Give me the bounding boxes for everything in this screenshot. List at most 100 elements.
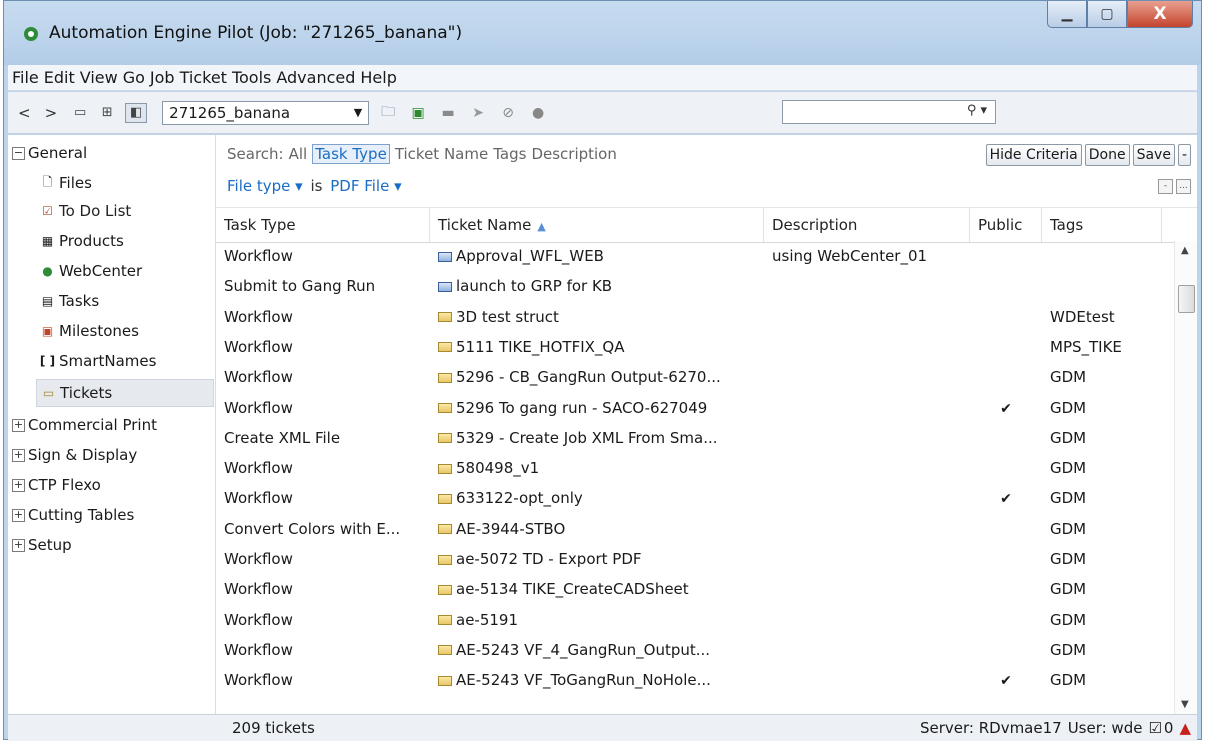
table-row[interactable]: Workflow 580498_v1 GDM bbox=[216, 454, 1172, 483]
todo-status-icon[interactable]: ☑ bbox=[1148, 719, 1161, 737]
table-row[interactable]: Submit to Gang Run launch to GRP for KB bbox=[216, 272, 1172, 301]
new-task-icon[interactable]: ▣ bbox=[407, 104, 429, 122]
expand-icon[interactable]: + bbox=[12, 508, 25, 522]
search-option-description[interactable]: Description bbox=[531, 145, 616, 163]
sidebar-item-milestones[interactable]: ▣ Milestones bbox=[40, 317, 139, 345]
abort-icon[interactable]: ⊘ bbox=[497, 104, 519, 122]
open-folder-icon[interactable]: 🗀 bbox=[377, 104, 399, 122]
table-row[interactable]: Workflow AE-5243 VF_ToGangRun_NoHole... ✔ G… bbox=[216, 666, 1172, 695]
tree-group-label: Cutting Tables bbox=[28, 506, 135, 524]
cell-text: Create XML File bbox=[224, 428, 341, 447]
back-button[interactable]: < bbox=[18, 104, 31, 122]
table-row[interactable]: Workflow ae-5191 GDM bbox=[216, 606, 1172, 635]
ticket-icon bbox=[438, 372, 452, 383]
more-filter-button[interactable]: ... bbox=[1176, 179, 1191, 194]
save-button[interactable]: Save bbox=[1132, 144, 1175, 166]
table-row[interactable]: Workflow 5296 To gang run - SACO-627049 ✔ G… bbox=[216, 394, 1172, 423]
search-option-task-type[interactable]: Task Type bbox=[312, 144, 390, 164]
expand-icon[interactable]: + bbox=[12, 538, 25, 552]
cell-tags: GDM bbox=[1042, 606, 1162, 635]
monitor-icon[interactable]: ▭ bbox=[71, 105, 89, 120]
tree-group-setup[interactable]: + Setup bbox=[12, 531, 72, 559]
tree-group-ctp-flexo[interactable]: + CTP Flexo bbox=[12, 471, 101, 499]
grid-view-icon[interactable]: ⊞ bbox=[98, 105, 116, 120]
tree-group-general[interactable]: − General bbox=[12, 139, 87, 167]
menu-advanced[interactable]: Advanced bbox=[276, 68, 355, 87]
cell-public bbox=[970, 575, 1042, 604]
table-row[interactable]: Workflow ae-5072 TD - Export PDF GDM bbox=[216, 545, 1172, 574]
cell-description bbox=[764, 303, 970, 332]
alert-icon[interactable]: ▲ bbox=[1179, 719, 1191, 737]
cell-tags: GDM bbox=[1042, 666, 1162, 695]
menu-file[interactable]: File bbox=[12, 68, 39, 87]
expand-icon[interactable]: + bbox=[12, 478, 25, 492]
tag-icon[interactable]: ➤ bbox=[467, 104, 489, 122]
table-row[interactable]: Workflow Approval_WFL_WEB using WebCenter_… bbox=[216, 242, 1172, 271]
search-icon[interactable]: ⚲ ▾ bbox=[967, 103, 987, 118]
table-row[interactable]: Convert Colors with E... AE-3944-STBO GDM bbox=[216, 515, 1172, 544]
sidebar-item-products[interactable]: ▦ Products bbox=[40, 227, 124, 255]
info-icon[interactable]: ● bbox=[527, 104, 549, 122]
table-row[interactable]: Workflow 633122-opt_only ✔ GDM bbox=[216, 484, 1172, 513]
cell-public bbox=[970, 242, 1042, 271]
filter-field-dropdown[interactable]: File type ▾ bbox=[227, 177, 303, 195]
table-row[interactable]: Workflow 5296 - CB_GangRun Output-6270...… bbox=[216, 363, 1172, 392]
table-row[interactable]: Workflow 5111 TIKE_HOTFIX_QA MPS_TIKE bbox=[216, 333, 1172, 362]
sidebar-item-smartnames[interactable]: [ ] SmartNames bbox=[40, 347, 157, 375]
sidebar-item-tasks[interactable]: ▤ Tasks bbox=[40, 287, 99, 315]
scroll-down-icon[interactable]: ▼ bbox=[1181, 699, 1189, 710]
sidebar-item-webcenter[interactable]: ● WebCenter bbox=[40, 257, 142, 285]
remove-criteria-button[interactable]: - bbox=[1177, 144, 1191, 166]
ticket-icon bbox=[438, 281, 452, 292]
forward-button[interactable]: > bbox=[45, 104, 58, 122]
sidebar-item-files[interactable]: 🗋 Files bbox=[40, 169, 92, 197]
sidebar-item-tickets[interactable]: ▭ Tickets bbox=[36, 379, 214, 407]
expand-icon[interactable]: + bbox=[12, 418, 25, 432]
done-button[interactable]: Done bbox=[1084, 144, 1130, 166]
scrollbar-thumb[interactable] bbox=[1178, 285, 1195, 313]
filter-value-dropdown[interactable]: PDF File ▾ bbox=[330, 177, 401, 195]
table-row[interactable]: Create XML File 5329 - Create Job XML Fro… bbox=[216, 424, 1172, 453]
table-row[interactable]: Workflow ae-5134 TIKE_CreateCADSheet GDM bbox=[216, 575, 1172, 604]
search-option-tags[interactable]: Tags bbox=[493, 145, 526, 163]
job-selector-value: 271265_banana bbox=[169, 103, 291, 122]
tree-group-commercial-print[interactable]: + Commercial Print bbox=[12, 411, 157, 439]
menu-tools[interactable]: Tools bbox=[232, 68, 271, 87]
column-header-ticket-name[interactable]: Ticket Name ▲ bbox=[430, 208, 764, 242]
tree-group-sign-display[interactable]: + Sign & Display bbox=[12, 441, 137, 469]
search-option-all[interactable]: All bbox=[289, 145, 308, 163]
cell-description bbox=[764, 666, 970, 695]
scroll-up-icon[interactable]: ▲ bbox=[1181, 245, 1189, 256]
menu-help[interactable]: Help bbox=[360, 68, 396, 87]
menu-job[interactable]: Job bbox=[150, 68, 175, 87]
table-row[interactable]: Workflow AE-5243 VF_4_GangRun_Output... GD… bbox=[216, 636, 1172, 665]
panel-toggle-icon[interactable]: ◧ bbox=[125, 102, 148, 123]
menu-go[interactable]: Go bbox=[123, 68, 145, 87]
column-header-public[interactable]: Public bbox=[970, 208, 1042, 242]
cell-ticket-name: AE-5243 VF_ToGangRun_NoHole... bbox=[430, 666, 764, 695]
expand-icon[interactable]: + bbox=[12, 448, 25, 462]
sidebar-item-todo-list[interactable]: ☑ To Do List bbox=[40, 197, 131, 225]
minimize-button[interactable]: ▁ bbox=[1047, 1, 1087, 28]
menu-edit[interactable]: Edit bbox=[44, 68, 75, 87]
column-header-tags[interactable]: Tags bbox=[1042, 208, 1162, 242]
column-header-description[interactable]: Description bbox=[764, 208, 970, 242]
column-header-task-type[interactable]: Task Type bbox=[216, 208, 430, 242]
vertical-scrollbar[interactable]: ▲ ▼ bbox=[1174, 241, 1197, 714]
remove-filter-button[interactable]: - bbox=[1158, 179, 1173, 194]
collapse-icon[interactable]: − bbox=[12, 146, 25, 160]
hide-criteria-button[interactable]: Hide Criteria bbox=[985, 144, 1082, 166]
search-option-ticket-name[interactable]: Ticket Name bbox=[395, 145, 488, 163]
cell-description bbox=[764, 333, 970, 362]
launch-ticket-icon[interactable]: ▬ bbox=[437, 104, 459, 122]
job-selector[interactable]: 271265_banana ▼ bbox=[162, 100, 370, 125]
menu-ticket[interactable]: Ticket bbox=[180, 68, 227, 87]
menu-view[interactable]: View bbox=[80, 68, 118, 87]
maximize-button[interactable]: ▢ bbox=[1087, 1, 1127, 28]
tree-group-cutting-tables[interactable]: + Cutting Tables bbox=[12, 501, 134, 529]
close-button[interactable]: X bbox=[1127, 1, 1193, 28]
cell-text: 580498_v1 bbox=[456, 459, 540, 478]
table-row[interactable]: Workflow 3D test struct WDEtest bbox=[216, 303, 1172, 332]
cell-text: 633122-opt_only bbox=[456, 489, 583, 508]
search-input[interactable]: ⚲ ▾ bbox=[782, 100, 996, 124]
